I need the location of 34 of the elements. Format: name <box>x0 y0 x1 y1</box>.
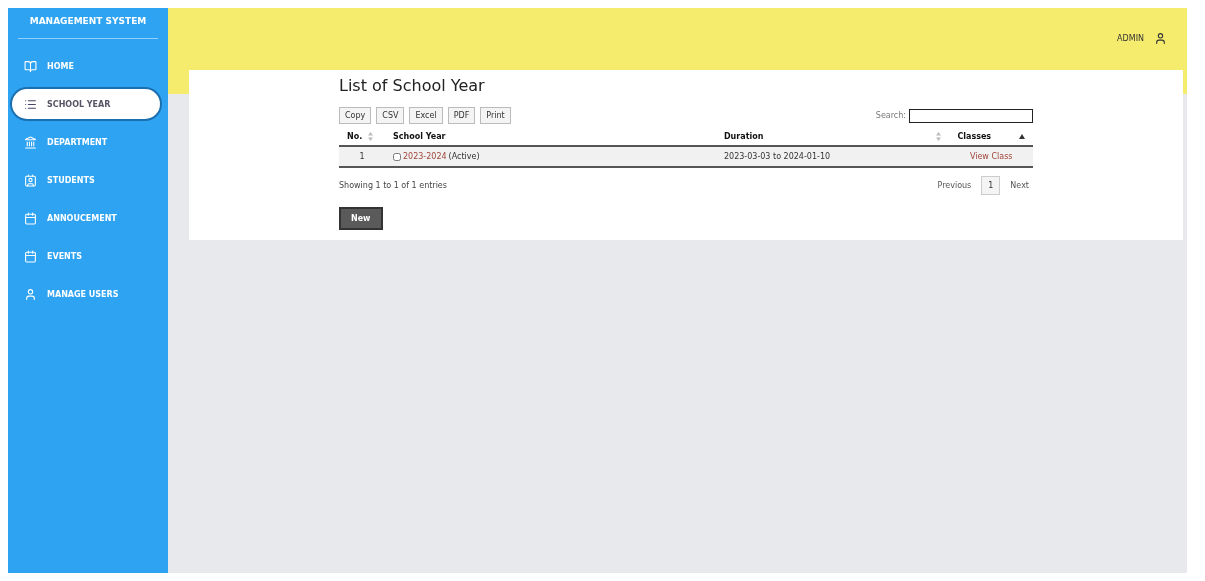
user-icon[interactable] <box>1154 32 1167 45</box>
column-header[interactable]: Duration <box>723 132 764 141</box>
export-button[interactable]: Excel <box>409 107 443 124</box>
column-header[interactable]: School Year <box>393 132 446 141</box>
calendar-icon <box>24 249 37 263</box>
user-name: ADMIN <box>1117 34 1144 43</box>
export-button[interactable]: CSV <box>376 107 405 124</box>
id-card-icon <box>24 173 37 187</box>
user-icon <box>24 287 37 301</box>
list-icon <box>24 97 37 111</box>
sidebar-title: MANAGEMENT SYSTEM <box>18 16 158 39</box>
search-label: Search: <box>875 111 906 120</box>
search-field[interactable] <box>909 108 1033 123</box>
new-button[interactable]: New <box>339 207 383 230</box>
status-text: (Active) <box>448 152 480 161</box>
page-title: List of School Year <box>339 76 486 95</box>
export-button[interactable]: PDF <box>447 107 476 124</box>
export-button[interactable]: Copy <box>339 107 372 124</box>
year-link[interactable]: 2023-2024 <box>403 152 447 161</box>
export-button[interactable]: Print <box>480 107 511 124</box>
book-icon <box>24 59 37 73</box>
row-checkbox[interactable] <box>393 152 401 161</box>
table-cell: 1 <box>339 146 385 167</box>
page-button[interactable]: 1 <box>981 176 1001 195</box>
column-header[interactable]: Classes <box>957 132 992 141</box>
building-icon <box>24 135 37 149</box>
entries-info: Showing 1 to 1 of 1 entries <box>339 181 447 190</box>
sidebar-item[interactable]: SCHOOL YEAR <box>12 89 160 119</box>
next-link[interactable]: Next <box>1006 177 1033 194</box>
column-header[interactable]: No. <box>347 132 363 141</box>
sort-ascending-icon[interactable] <box>1019 134 1025 139</box>
previous-link[interactable]: Previous <box>933 177 976 194</box>
table-cell: 2023-03-03 to 2024-01-10 <box>523 146 950 167</box>
calendar-icon <box>24 211 37 225</box>
